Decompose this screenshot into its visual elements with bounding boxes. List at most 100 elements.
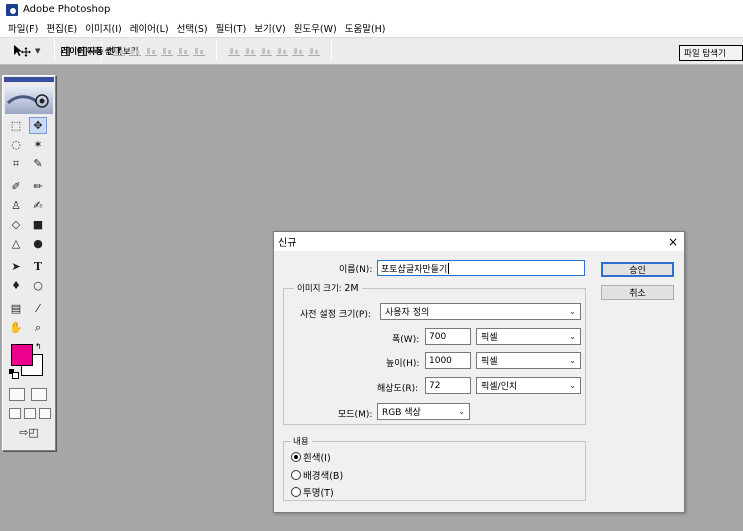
distribute-bottom-icon[interactable] — [260, 46, 273, 56]
distribute-left-icon[interactable] — [276, 46, 289, 56]
blur-tool-icon[interactable]: △ — [7, 235, 25, 252]
contents-white-label: 흰색(I) — [303, 453, 331, 464]
text-caret — [448, 262, 450, 274]
resolution-label: 해상도(R): — [377, 384, 419, 394]
photoshop-app-icon — [6, 3, 18, 16]
tool-preset-picker[interactable]: ▼ — [12, 44, 40, 58]
height-unit-select[interactable]: 픽셀 ⌄ — [476, 352, 581, 369]
distribute-hcenter-icon[interactable] — [292, 46, 305, 56]
menu-window[interactable]: 윈도우(W) — [290, 21, 341, 35]
healing-brush-tool-icon[interactable]: ✐ — [7, 178, 25, 195]
history-brush-tool-icon[interactable]: ✍ — [29, 197, 47, 214]
resolution-unit-select[interactable]: 픽셀/인치 ⌄ — [476, 377, 581, 394]
gradient-tool-icon[interactable]: ■ — [29, 216, 47, 233]
file-browser-tab[interactable]: 파일 탐색기 — [679, 45, 743, 61]
type-tool-icon[interactable]: T — [29, 258, 47, 275]
default-colors-icon[interactable] — [9, 369, 19, 379]
shape-tool-icon[interactable]: ○ — [29, 277, 47, 294]
path-selection-tool-icon[interactable]: ➤ — [7, 258, 25, 275]
swap-colors-icon[interactable]: ↰ — [35, 342, 42, 351]
photoshop-feather-logo[interactable] — [5, 86, 53, 114]
distribute-right-icon[interactable] — [308, 46, 321, 56]
distribute-center-icon[interactable] — [244, 46, 257, 56]
contents-white-radio[interactable]: 흰색(I) — [291, 450, 331, 464]
name-input[interactable]: 포토샵글자만들기 — [377, 260, 585, 276]
height-input[interactable]: 1000 — [425, 352, 471, 369]
toolbox-grip[interactable] — [4, 77, 54, 82]
name-input-value: 포토샵글자만들기 — [381, 264, 448, 275]
new-document-dialog: 신규 × 이름(N): 포토샵글자만들기 승인 취소 이미지 크기: 2M 사전… — [273, 231, 685, 513]
radio-button — [291, 470, 301, 480]
width-input[interactable]: 700 — [425, 328, 471, 345]
window-title: Adobe Photoshop — [23, 4, 111, 15]
move-tool-icon[interactable]: ✥ — [29, 117, 47, 134]
show-bounding-box-checkbox[interactable]: 테두리 상자 보기 — [78, 46, 139, 57]
image-size-label: 이미지 크기: — [297, 284, 342, 294]
align-top-icon[interactable] — [113, 46, 126, 56]
standard-mode-icon[interactable] — [9, 388, 25, 401]
contents-transparent-radio[interactable]: 투명(T) — [291, 485, 334, 499]
menu-bar: 파일(F) 편집(E) 이미지(I) 레이어(L) 선택(S) 필터(T) 보기… — [0, 19, 743, 37]
screen-mode-full-menu-icon[interactable] — [24, 408, 36, 419]
foreground-color-swatch[interactable] — [11, 344, 33, 366]
options-bar: ▼ 레이어 자동 선택 테두리 상자 보기 — [0, 37, 743, 65]
align-bottom-icon[interactable] — [145, 46, 158, 56]
height-label: 높이(H): — [386, 359, 420, 369]
window-titlebar: Adobe Photoshop — [0, 0, 743, 19]
auto-select-layer-checkbox[interactable]: 레이어 자동 선택 — [61, 46, 122, 57]
toolbox: ⬚ ✥ ◌ ✶ ⌗ ✎ ✐ ✏ ♙ ✍ ◇ ■ △ ● ➤ T ♦ ○ ▤ ⁄ … — [2, 75, 56, 451]
resolution-unit-value: 픽셀/인치 — [481, 382, 518, 392]
align-vertical-center-icon[interactable] — [129, 46, 142, 56]
crop-tool-icon[interactable]: ⌗ — [7, 155, 25, 172]
menu-image[interactable]: 이미지(I) — [81, 21, 125, 35]
chevron-down-icon: ⌄ — [569, 381, 576, 390]
mode-select[interactable]: RGB 색상 ⌄ — [377, 403, 470, 420]
width-unit-value: 픽셀 — [481, 333, 498, 343]
align-left-icon[interactable] — [161, 46, 174, 56]
pen-tool-icon[interactable]: ♦ — [7, 277, 25, 294]
ok-button[interactable]: 승인 — [601, 262, 674, 277]
hand-tool-icon[interactable]: ✋ — [7, 319, 25, 336]
chevron-down-icon: ▼ — [35, 47, 41, 55]
separator — [54, 41, 56, 61]
chevron-down-icon: ⌄ — [569, 307, 576, 316]
mode-label: 모드(M): — [338, 410, 373, 420]
quick-mask-mode-icon[interactable] — [31, 388, 47, 401]
screen-mode-standard-icon[interactable] — [9, 408, 21, 419]
contents-background-color-radio[interactable]: 배경색(B) — [291, 468, 343, 482]
cancel-button[interactable]: 취소 — [601, 285, 674, 300]
mode-value: RGB 색상 — [382, 408, 421, 418]
close-icon[interactable]: × — [666, 236, 680, 248]
menu-view[interactable]: 보기(V) — [250, 21, 289, 35]
eraser-tool-icon[interactable]: ◇ — [7, 216, 25, 233]
jump-to-imageready-icon[interactable]: ⇨◰ — [11, 424, 47, 441]
eyedropper-tool-icon[interactable]: ⁄ — [29, 300, 47, 317]
width-unit-select[interactable]: 픽셀 ⌄ — [476, 328, 581, 345]
brush-tool-icon[interactable]: ✏ — [29, 178, 47, 195]
preset-size-select[interactable]: 사용자 정의 ⌄ — [380, 303, 581, 320]
contents-transparent-label: 투명(T) — [303, 488, 334, 499]
dialog-titlebar: 신규 × — [274, 232, 684, 251]
menu-file[interactable]: 파일(F) — [4, 21, 42, 35]
resolution-input[interactable]: 72 — [425, 377, 471, 394]
menu-filter[interactable]: 필터(T) — [212, 21, 251, 35]
menu-layer[interactable]: 레이어(L) — [126, 21, 173, 35]
clone-stamp-tool-icon[interactable]: ♙ — [7, 197, 25, 214]
dodge-tool-icon[interactable]: ● — [29, 235, 47, 252]
slice-tool-icon[interactable]: ✎ — [29, 155, 47, 172]
lasso-tool-icon[interactable]: ◌ — [7, 136, 25, 153]
distribute-buttons — [228, 46, 321, 56]
align-right-icon[interactable] — [193, 46, 206, 56]
magic-wand-tool-icon[interactable]: ✶ — [29, 136, 47, 153]
notes-tool-icon[interactable]: ▤ — [7, 300, 25, 317]
menu-help[interactable]: 도움말(H) — [341, 21, 390, 35]
preset-size-label: 사전 설정 크기(P): — [300, 310, 371, 320]
zoom-tool-icon[interactable]: ⌕ — [29, 319, 47, 336]
align-horizontal-center-icon[interactable] — [177, 46, 190, 56]
screen-mode-full-icon[interactable] — [39, 408, 51, 419]
marquee-tool-icon[interactable]: ⬚ — [7, 117, 25, 134]
separator — [216, 41, 218, 61]
menu-edit[interactable]: 편집(E) — [42, 21, 81, 35]
distribute-top-icon[interactable] — [228, 46, 241, 56]
menu-select[interactable]: 선택(S) — [173, 21, 212, 35]
